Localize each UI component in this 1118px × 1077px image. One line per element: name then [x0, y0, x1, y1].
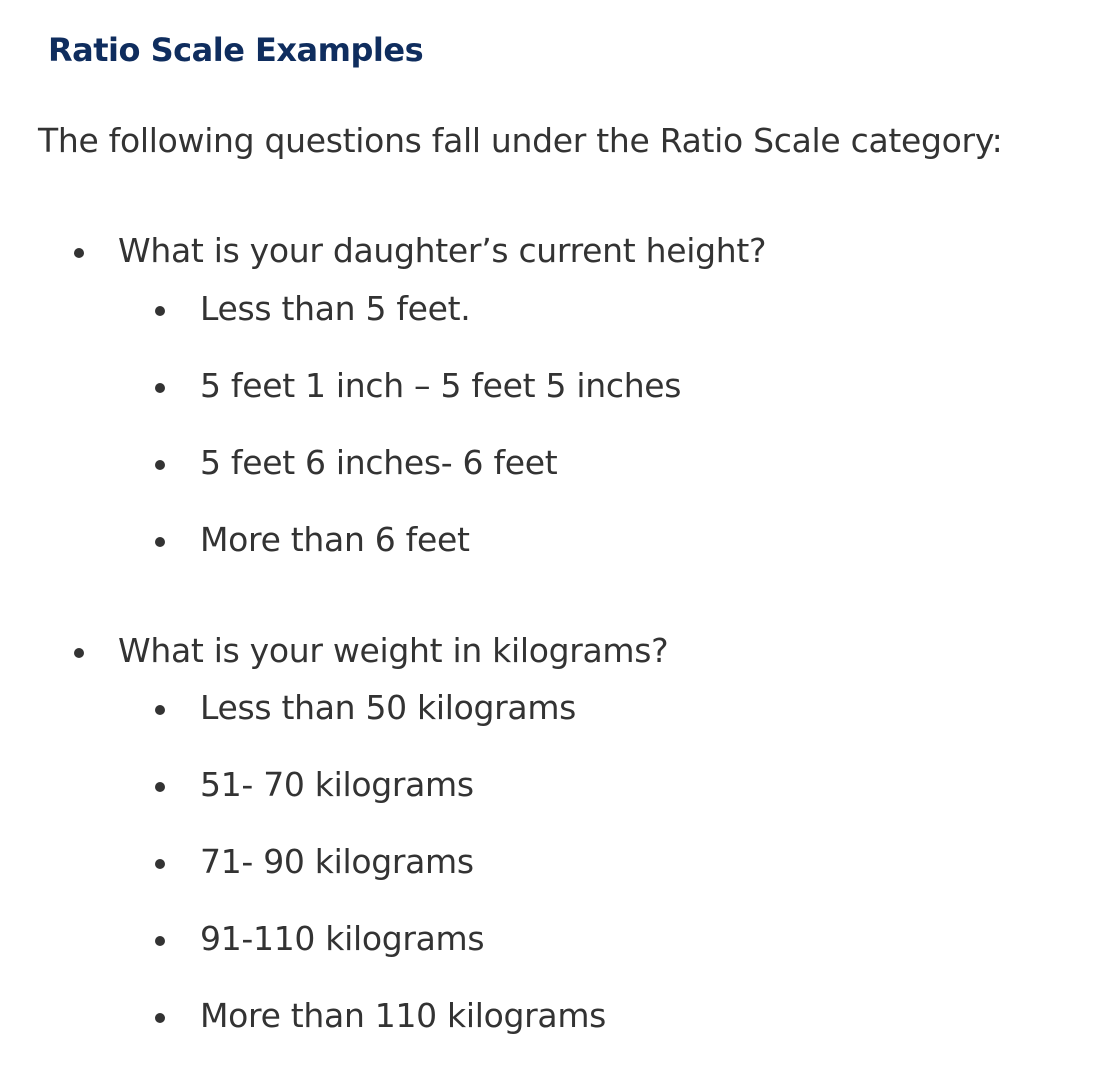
answer-text: Less than 50 kilograms — [200, 688, 577, 727]
question-text: What is your daughter’s current height? — [118, 231, 767, 270]
answer-text: 91-110 kilograms — [200, 919, 485, 958]
answer-text: 71- 90 kilograms — [200, 842, 474, 881]
bullet-icon — [155, 936, 165, 946]
answer-text: More than 6 feet — [200, 520, 470, 559]
answer-text: More than 110 kilograms — [200, 996, 607, 1035]
answer-text: Less than 5 feet. — [200, 289, 471, 328]
bullet-icon — [155, 859, 165, 869]
bullet-icon — [74, 648, 84, 658]
bullet-icon — [155, 460, 165, 470]
answer-text: 5 feet 1 inch – 5 feet 5 inches — [200, 366, 682, 405]
answer-text: 5 feet 6 inches- 6 feet — [200, 443, 558, 482]
bullet-icon — [155, 705, 165, 715]
section-heading: Ratio Scale Examples — [48, 31, 424, 69]
bullet-icon — [155, 537, 165, 547]
bullet-icon — [155, 1013, 165, 1023]
intro-paragraph: The following questions fall under the R… — [38, 121, 1003, 160]
answer-text: 51- 70 kilograms — [200, 765, 474, 804]
bullet-icon — [155, 782, 165, 792]
question-text: What is your weight in kilograms? — [118, 631, 669, 670]
bullet-icon — [155, 306, 165, 316]
bullet-icon — [74, 248, 84, 258]
bullet-icon — [155, 383, 165, 393]
